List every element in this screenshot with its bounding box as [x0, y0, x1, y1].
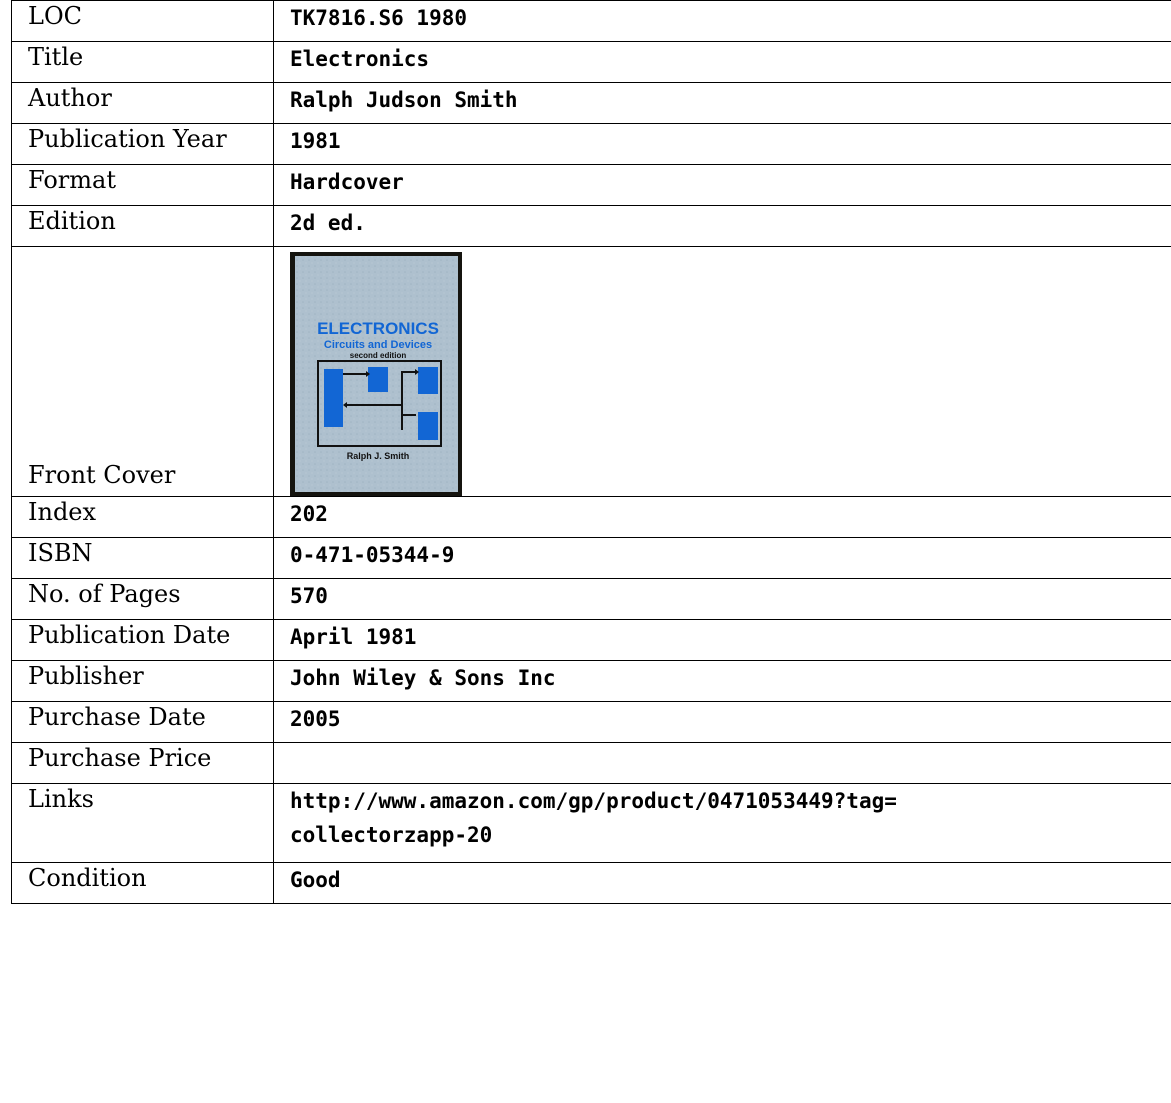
- value-publication-date: April 1981: [273, 619, 1171, 661]
- front-cover-cell: ELECTRONICS Circuits and Devices second …: [273, 246, 1171, 497]
- cover-block-right-bottom: [418, 412, 438, 440]
- front-cover-image: ELECTRONICS Circuits and Devices second …: [290, 252, 462, 496]
- cover-subtitle: Circuits and Devices: [324, 339, 432, 351]
- row-loc: LOC TK7816.S6 1980: [11, 0, 1171, 42]
- row-author: Author Ralph Judson Smith: [11, 82, 1171, 124]
- row-condition: Condition Good: [11, 862, 1171, 904]
- book-record-table: LOC TK7816.S6 1980 Title Electronics Aut…: [11, 0, 1171, 904]
- row-title: Title Electronics: [11, 41, 1171, 83]
- label-purchase-price: Purchase Price: [11, 742, 274, 784]
- row-index: Index 202: [11, 496, 1171, 538]
- row-purchase-date: Purchase Date 2005: [11, 701, 1171, 743]
- label-purchase-date: Purchase Date: [11, 701, 274, 743]
- amazon-link-line-2[interactable]: collectorzapp-20: [290, 818, 1171, 852]
- value-title: Electronics: [273, 41, 1171, 83]
- cover-title: ELECTRONICS: [317, 319, 439, 338]
- label-pages: No. of Pages: [11, 578, 274, 620]
- row-edition: Edition 2d ed.: [11, 205, 1171, 247]
- label-publication-year: Publication Year: [11, 123, 274, 165]
- label-publisher: Publisher: [11, 660, 274, 702]
- label-index: Index: [11, 496, 274, 538]
- links-cell: http://www.amazon.com/gp/product/0471053…: [273, 783, 1171, 863]
- label-title: Title: [11, 41, 274, 83]
- value-publisher: John Wiley & Sons Inc: [273, 660, 1171, 702]
- row-format: Format Hardcover: [11, 164, 1171, 206]
- label-isbn: ISBN: [11, 537, 274, 579]
- value-author: Ralph Judson Smith: [273, 82, 1171, 124]
- row-isbn: ISBN 0-471-05344-9: [11, 537, 1171, 579]
- label-loc: LOC: [11, 0, 274, 42]
- value-purchase-price: [273, 742, 1171, 784]
- row-purchase-price: Purchase Price: [11, 742, 1171, 784]
- value-edition: 2d ed.: [273, 205, 1171, 247]
- label-condition: Condition: [11, 862, 274, 904]
- cover-block-top: [368, 367, 388, 392]
- label-links: Links: [11, 783, 274, 863]
- value-condition: Good: [273, 862, 1171, 904]
- value-format: Hardcover: [273, 164, 1171, 206]
- label-edition: Edition: [11, 205, 274, 247]
- value-loc: TK7816.S6 1980: [273, 0, 1171, 42]
- value-pages: 570: [273, 578, 1171, 620]
- value-isbn: 0-471-05344-9: [273, 537, 1171, 579]
- label-publication-date: Publication Date: [11, 619, 274, 661]
- value-index: 202: [273, 496, 1171, 538]
- row-links: Links http://www.amazon.com/gp/product/0…: [11, 783, 1171, 863]
- cover-block-right-top: [418, 367, 438, 394]
- label-author: Author: [11, 82, 274, 124]
- row-front-cover: Front Cover ELECTRONICS Circuits and Dev…: [11, 246, 1171, 497]
- value-publication-year: 1981: [273, 123, 1171, 165]
- label-front-cover: Front Cover: [11, 246, 274, 497]
- label-format: Format: [11, 164, 274, 206]
- amazon-link-line-1[interactable]: http://www.amazon.com/gp/product/0471053…: [290, 784, 1171, 818]
- row-publication-year: Publication Year 1981: [11, 123, 1171, 165]
- row-pages: No. of Pages 570: [11, 578, 1171, 620]
- value-purchase-date: 2005: [273, 701, 1171, 743]
- cover-edition: second edition: [350, 351, 407, 360]
- cover-block-left: [324, 369, 343, 427]
- cover-author: Ralph J. Smith: [347, 451, 410, 461]
- row-publication-date: Publication Date April 1981: [11, 619, 1171, 661]
- row-publisher: Publisher John Wiley & Sons Inc: [11, 660, 1171, 702]
